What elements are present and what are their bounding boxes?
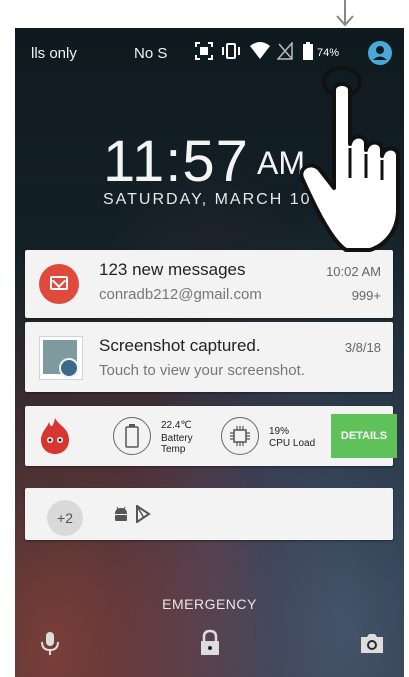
play-store-icon xyxy=(136,505,151,523)
screenshot-title: Screenshot captured. xyxy=(99,336,261,355)
swipe-down-arrow-icon xyxy=(336,0,354,27)
more-count-badge[interactable]: +2 xyxy=(47,500,83,536)
scan-icon xyxy=(195,42,213,60)
cpu-chip-icon xyxy=(230,426,250,446)
camera-icon[interactable] xyxy=(357,628,387,658)
android-icon xyxy=(115,506,127,521)
gmail-icon xyxy=(39,264,79,304)
gmail-time: 10:02 AM xyxy=(326,264,381,279)
battery-temp-gauge xyxy=(113,417,151,455)
cpu-load-value: 19% xyxy=(269,426,290,437)
gmail-count: 999+ xyxy=(351,288,381,303)
microphone-icon[interactable] xyxy=(35,628,65,658)
emergency-call-button[interactable]: EMERGENCY xyxy=(15,596,404,612)
screenshot-subtitle: Touch to view your screenshot. xyxy=(99,362,305,379)
gmail-notification[interactable]: 123 new messages conradb212@gmail.com 10… xyxy=(25,250,393,318)
battery-temp-value: 22.4℃ xyxy=(161,420,192,431)
lockscreen-date: SATURDAY, MARCH 10 xyxy=(103,191,312,208)
screenshot-badge-icon xyxy=(59,358,79,378)
battery-percent: 74% xyxy=(317,47,340,59)
screenshot-notification[interactable]: Screenshot captured. Touch to view your … xyxy=(25,322,393,392)
lock-icon[interactable] xyxy=(195,628,225,658)
battery-gauge-icon xyxy=(125,424,139,448)
battery-temp-label-1: Battery xyxy=(161,433,193,444)
antutu-notification[interactable]: 22.4℃ Battery Temp 19% CPU Load DETAILS xyxy=(25,406,397,466)
details-button[interactable]: DETAILS xyxy=(331,414,397,458)
vibrate-icon xyxy=(222,43,240,59)
gmail-title: 123 new messages xyxy=(99,260,246,279)
carrier-left-text: lls only xyxy=(31,45,77,62)
overflow-notifications[interactable]: +2 xyxy=(25,488,393,540)
lockscreen-clock: 11:57 xyxy=(103,129,249,194)
carrier-right-text: No S xyxy=(134,45,168,62)
lockscreen-ampm: AM xyxy=(257,145,305,181)
antutu-fire-icon xyxy=(41,418,69,454)
gmail-account: conradb212@gmail.com xyxy=(99,286,262,303)
battery-temp-label-2: Temp xyxy=(161,444,186,455)
battery-icon xyxy=(303,42,313,60)
screenshot-date: 3/8/18 xyxy=(344,340,381,355)
cpu-load-gauge xyxy=(221,417,259,455)
no-signal-icon xyxy=(277,42,293,60)
wifi-icon xyxy=(250,42,270,59)
cpu-load-label: CPU Load xyxy=(269,438,316,449)
pointing-hand-icon xyxy=(300,66,400,252)
